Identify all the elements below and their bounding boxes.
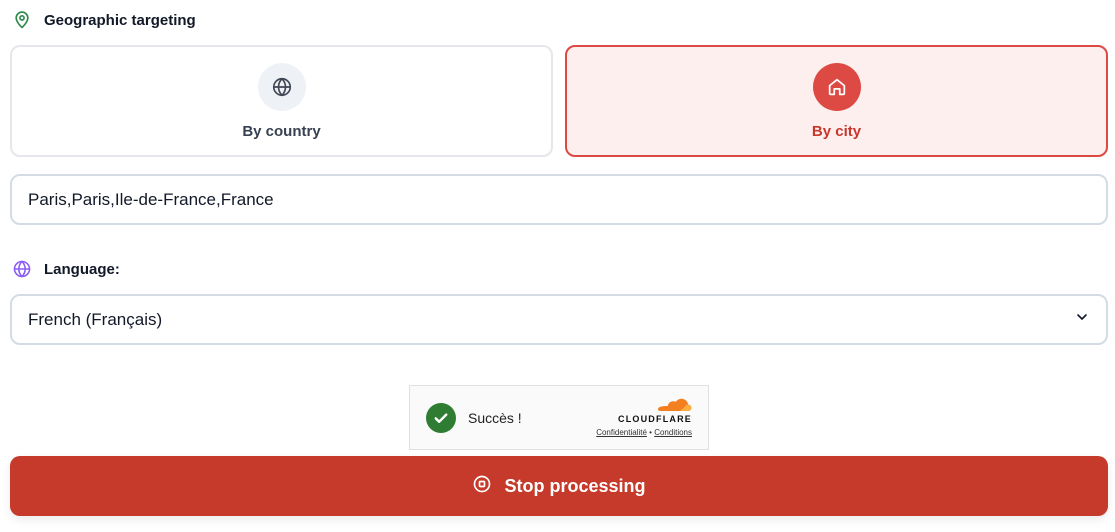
privacy-link[interactable]: Confidentialité (596, 428, 647, 437)
cloudflare-wordmark: CLOUDFLARE (618, 414, 692, 424)
language-selected-value: French (Français) (28, 309, 163, 329)
cloudflare-cloud-icon (596, 396, 692, 412)
terms-link[interactable]: Conditions (654, 428, 692, 437)
geographic-targeting-title: Geographic targeting (44, 11, 196, 29)
geographic-targeting-header: Geographic targeting (12, 10, 196, 30)
cloudflare-branding: CLOUDFLARE Confidentialité • Conditions (596, 396, 692, 437)
success-check-icon (426, 402, 456, 433)
by-country-option[interactable]: By country (10, 45, 553, 157)
language-header: Language: (12, 259, 120, 279)
map-pin-icon (12, 10, 32, 30)
city-input[interactable] (28, 189, 1090, 210)
language-title: Language: (44, 260, 120, 278)
globe-icon (12, 259, 32, 279)
chevron-down-icon (1074, 309, 1090, 330)
link-separator: • (649, 428, 652, 437)
stop-processing-button[interactable]: Stop processing (10, 456, 1108, 516)
captcha-links: Confidentialité • Conditions (596, 428, 692, 437)
globe-icon (257, 62, 306, 111)
stop-processing-label: Stop processing (504, 475, 646, 496)
captcha-status: Succès ! (468, 409, 522, 426)
stop-circle-icon (472, 474, 492, 499)
by-city-option[interactable]: By city (565, 45, 1108, 157)
cloudflare-captcha-widget: Succès ! CLOUDFLARE Confidentialité • Co… (409, 385, 709, 450)
by-country-label: By country (242, 122, 321, 140)
home-icon (812, 62, 861, 111)
city-field[interactable] (10, 174, 1108, 225)
language-select[interactable]: French (Français) (10, 294, 1108, 345)
by-city-label: By city (811, 122, 862, 140)
